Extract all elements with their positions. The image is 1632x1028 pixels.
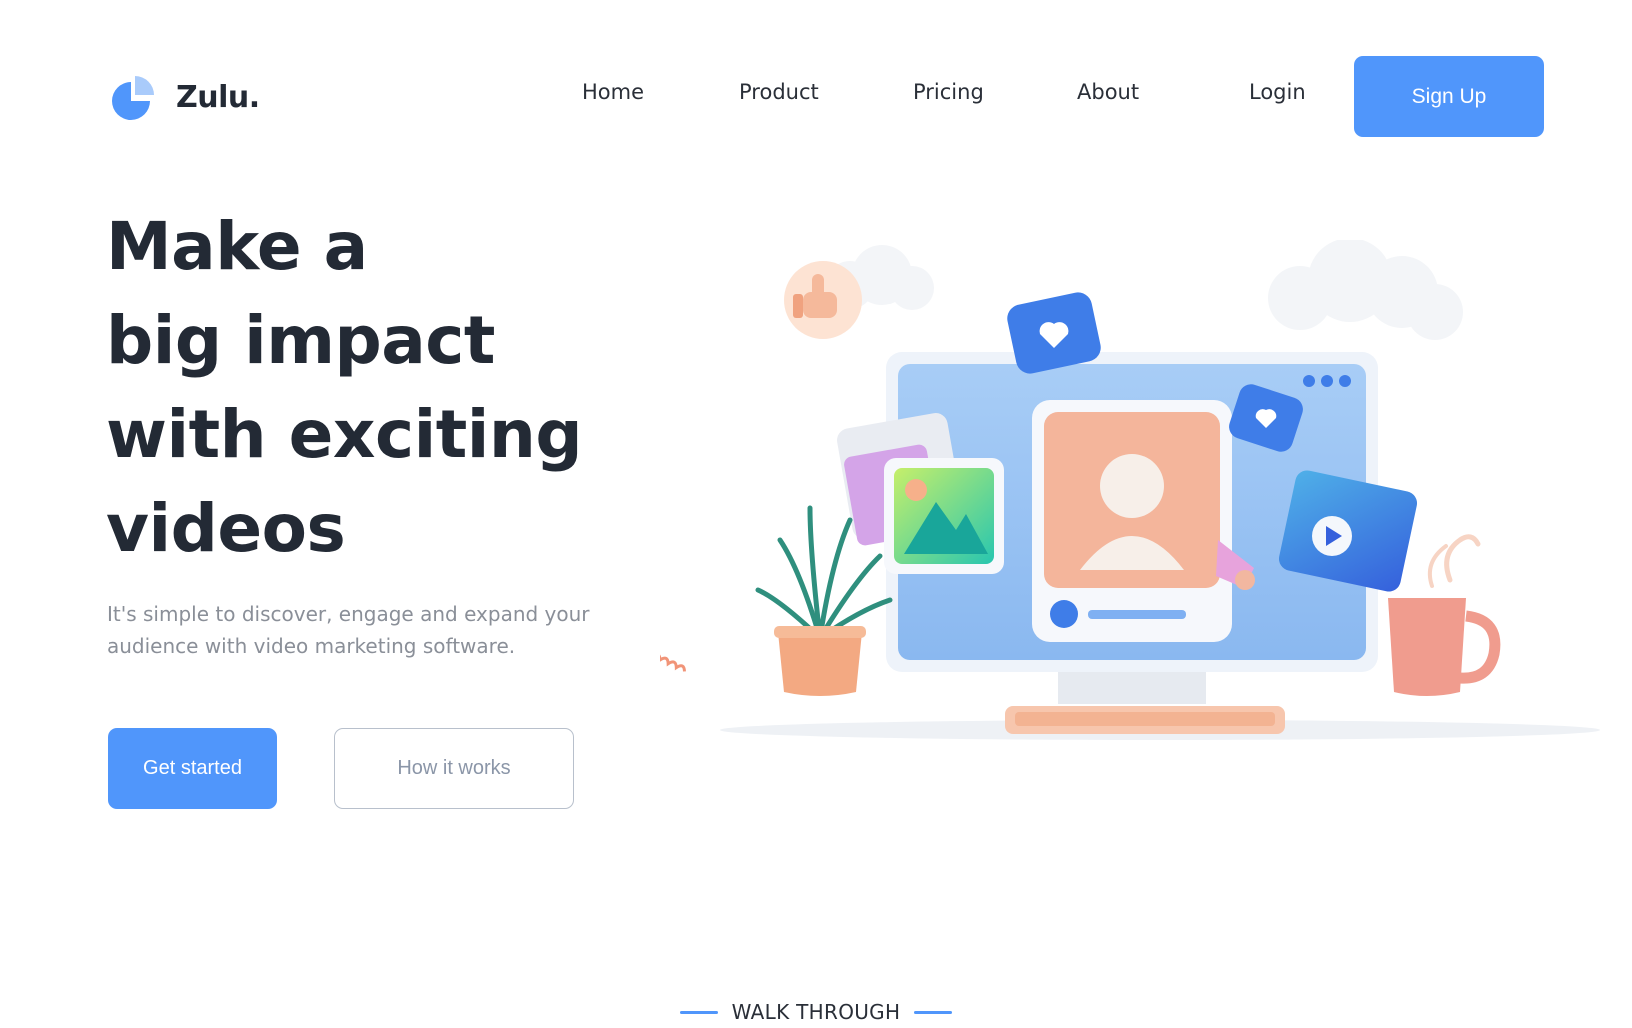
sign-up-button[interactable]: Sign Up	[1354, 56, 1544, 137]
nav-about[interactable]: About	[1077, 80, 1139, 104]
thumbs-up-icon	[784, 261, 862, 339]
user-profile-card-icon	[1032, 400, 1232, 642]
hero-title: Make a big impact with exciting videos	[106, 200, 666, 576]
hero-title-line: with exciting	[106, 396, 583, 473]
nav-login[interactable]: Login	[1249, 80, 1306, 104]
brand-name: Zulu.	[176, 79, 260, 115]
hero-title-line: Make a	[106, 208, 368, 285]
divider	[679, 1010, 718, 1014]
walk-through-heading: WALK THROUGH	[0, 1000, 1632, 1024]
nav-pricing[interactable]: Pricing	[913, 80, 984, 104]
hero-subtitle: It's simple to discover, engage and expa…	[107, 602, 590, 658]
cloud-icon	[826, 238, 1463, 340]
hero-illustration	[642, 238, 1610, 780]
spring-decoration	[642, 649, 686, 672]
hero-title-line: big impact	[106, 302, 495, 379]
get-started-button[interactable]: Get started	[108, 728, 277, 809]
brand-logo[interactable]: Zulu.	[108, 72, 260, 122]
nav-product[interactable]: Product	[739, 80, 819, 104]
how-it-works-button[interactable]: How it works	[334, 728, 574, 809]
divider	[914, 1010, 953, 1014]
hero-title-line: videos	[106, 490, 346, 567]
nav-home[interactable]: Home	[582, 80, 644, 104]
section-label: WALK THROUGH	[731, 1000, 901, 1024]
pie-chart-logo-icon	[108, 72, 158, 122]
keyboard-icon	[1005, 706, 1285, 734]
